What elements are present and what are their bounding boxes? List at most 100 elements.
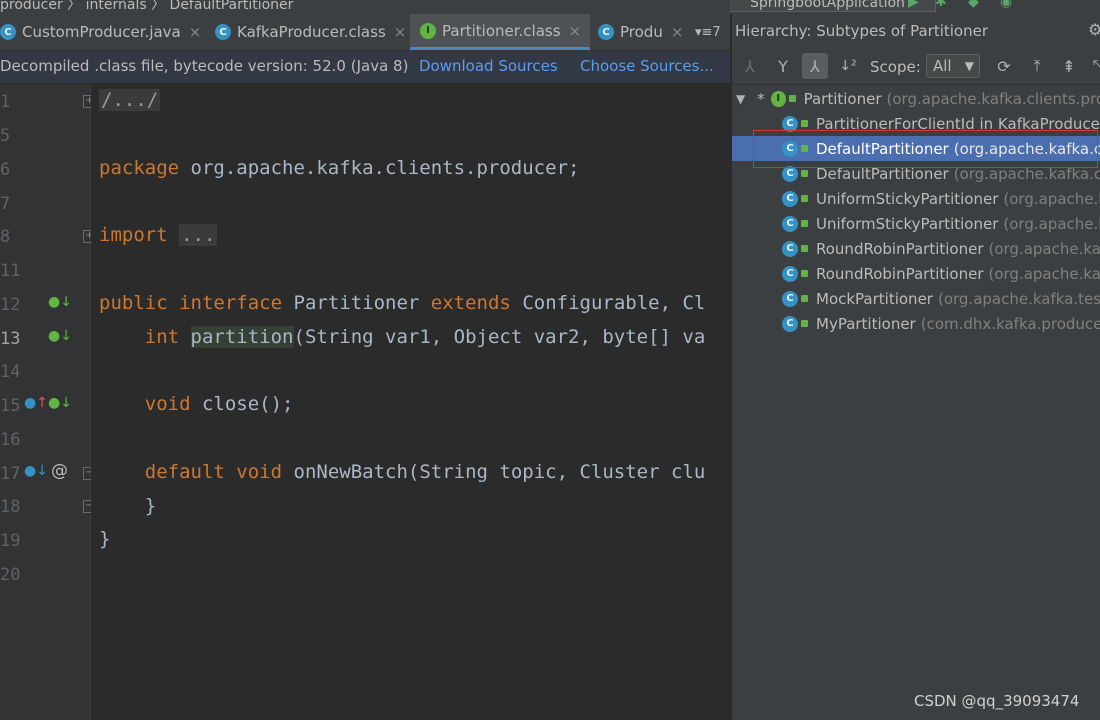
collapsed-header[interactable]: /.../ [99, 89, 161, 111]
package-name: org.apache.kafka.clients.producer; [179, 157, 580, 179]
tree-item[interactable]: C MyPartitioner (com.dhx.kafka.produce [732, 311, 1100, 336]
tab-partitioner[interactable]: I Partitioner.class × [410, 14, 590, 50]
tree-item-package: (org.apache.ka [988, 239, 1100, 258]
export-icon[interactable]: ⤒ [1024, 53, 1050, 79]
chevron-down-icon[interactable]: ▼ [736, 92, 757, 106]
close-panel-icon[interactable]: ⤡ [1086, 53, 1100, 79]
code-line-19: } [99, 528, 110, 550]
tab-produ[interactable]: C Produ × [598, 14, 688, 50]
keyword: package [99, 157, 180, 179]
implemented-down-icon[interactable]: ●↓ [48, 328, 72, 344]
code-text: Configurable, Cl [522, 292, 706, 314]
close-icon[interactable]: × [189, 23, 202, 41]
tree-item-name: Partitioner [803, 89, 882, 108]
public-access-icon [801, 120, 808, 127]
subtype-hierarchy-button[interactable]: ⅄ [802, 53, 828, 79]
line-number: 14 [0, 362, 21, 382]
code-line-8: import ... [99, 224, 218, 246]
debug-icon[interactable]: ✱ [935, 0, 947, 10]
overrides-up-icon[interactable]: ●↑ [24, 395, 48, 411]
implemented-down-icon[interactable]: ●↓ [48, 294, 72, 310]
tab-label: KafkaProducer.class [237, 23, 386, 41]
keyword: interface [179, 292, 283, 314]
tree-item[interactable]: C UniformStickyPartitioner (org.apache.k… [732, 186, 1100, 211]
star-icon: * [757, 89, 765, 108]
tree-item-name: MockPartitioner [816, 289, 933, 308]
tree-item-package: (org.apache.kafka.clients.pro [886, 89, 1100, 108]
tree-item-name: MyPartitioner [816, 314, 916, 333]
tree-item-package: (com.dhx.kafka.produce [920, 314, 1100, 333]
tree-item[interactable]: C RoundRobinPartitioner (org.apache.ka [732, 236, 1100, 261]
implemented-down-icon[interactable]: ●↓ [48, 395, 72, 411]
refresh-icon[interactable]: ⟳ [991, 53, 1017, 79]
profile-icon[interactable]: ◉ [1000, 0, 1012, 10]
class-icon: C [782, 315, 798, 332]
close-icon[interactable]: × [671, 23, 684, 41]
keyword: extends [430, 292, 511, 314]
editor-tab-bar: C CustomProducer.java × C KafkaProducer.… [0, 14, 730, 51]
tree-item[interactable]: C RoundRobinPartitioner (org.apache.ka [732, 261, 1100, 286]
keyword: void [144, 393, 191, 415]
collapse-all-icon[interactable]: ⇞ [1056, 53, 1082, 79]
code-line-1: /.../ [99, 89, 161, 111]
class-icon: C [0, 24, 16, 40]
tree-item-package: (org.apache.ka [988, 264, 1100, 283]
run-config-select[interactable]: SpringbootApplication [730, 0, 936, 12]
close-icon[interactable]: × [394, 23, 407, 41]
public-access-icon [788, 95, 796, 102]
line-number: 1 [0, 92, 11, 112]
brace: } [99, 528, 111, 550]
tab-overflow-button[interactable]: ▾ ≡7 [695, 14, 730, 50]
public-access-icon [801, 320, 808, 327]
line-number: 20 [0, 565, 21, 585]
hierarchy-toolbar: ⅄ Y ⅄ ↓² Scope: All ▼ ⟳ ⤒ ⇞ ⤡ [732, 50, 1100, 85]
public-access-icon [801, 195, 808, 202]
line-number: 19 [0, 531, 21, 551]
tab-customproducer[interactable]: C CustomProducer.java × [0, 14, 204, 50]
tab-kafkaproducer[interactable]: C KafkaProducer.class × [215, 14, 410, 50]
line-number: 16 [0, 430, 21, 450]
tree-item[interactable]: C MockPartitioner (org.apache.kafka.tes [732, 286, 1100, 311]
line-number: 8 [0, 227, 11, 247]
tree-item-name: RoundRobinPartitioner [816, 239, 984, 258]
coverage-icon[interactable]: ◆ [968, 0, 979, 10]
supertype-hierarchy-button[interactable]: Y [770, 53, 796, 79]
decompiled-banner: Decompiled .class file, bytecode version… [0, 51, 730, 84]
line-number: 11 [0, 261, 21, 281]
overridden-down-icon[interactable]: ●↓ [24, 463, 48, 479]
keyword: default [144, 461, 225, 483]
tree-item[interactable]: C UniformStickyPartitioner (org.apache.k… [732, 211, 1100, 236]
keyword: public [99, 292, 168, 314]
tab-label: Partitioner.class [442, 21, 561, 40]
public-access-icon [801, 295, 808, 302]
run-icon[interactable]: ▶ [908, 0, 919, 10]
download-sources-link[interactable]: Download Sources [419, 57, 558, 75]
public-access-icon [801, 220, 808, 227]
code-line-13: int partition(String var1, Object var2, … [99, 326, 705, 348]
code-editor[interactable]: /.../ package org.apache.kafka.clients.p… [91, 84, 730, 720]
supertypes-hierarchy-button[interactable]: ⅄ [737, 53, 763, 79]
keyword: void [236, 461, 283, 483]
tree-root-partitioner[interactable]: ▼ * I Partitioner (org.apache.kafka.clie… [732, 86, 1100, 111]
brace: } [144, 495, 157, 517]
class-icon: C [782, 265, 798, 282]
gear-icon[interactable]: ⚙ [1088, 20, 1100, 39]
code-line-18: } [99, 495, 156, 517]
tree-item-name: RoundRobinPartitioner [816, 264, 984, 283]
editor-gutter: 1 5 6 7 8 11 12 13 14 15 16 17 18 19 20 … [0, 84, 96, 720]
breadcrumb: producer 〉 internals 〉 DefaultPartitione… [0, 0, 730, 14]
tab-label: Produ [620, 23, 663, 41]
tree-item-package: (org.apache.ka [1003, 189, 1100, 208]
class-icon: C [782, 240, 798, 257]
scope-select[interactable]: All ▼ [926, 54, 980, 78]
choose-sources-link[interactable]: Choose Sources... [580, 57, 714, 75]
line-number: 17 [0, 464, 21, 484]
class-icon: C [215, 24, 231, 40]
tree-item-name: UniformStickyPartitioner [816, 214, 999, 233]
collapsed-imports[interactable]: ... [179, 224, 218, 246]
class-icon: C [598, 24, 614, 40]
close-icon[interactable]: × [569, 22, 582, 40]
tab-overflow-count: ≡7 [701, 24, 721, 40]
line-number: 5 [0, 126, 11, 146]
sort-alphabetically-button[interactable]: ↓² [835, 53, 861, 79]
